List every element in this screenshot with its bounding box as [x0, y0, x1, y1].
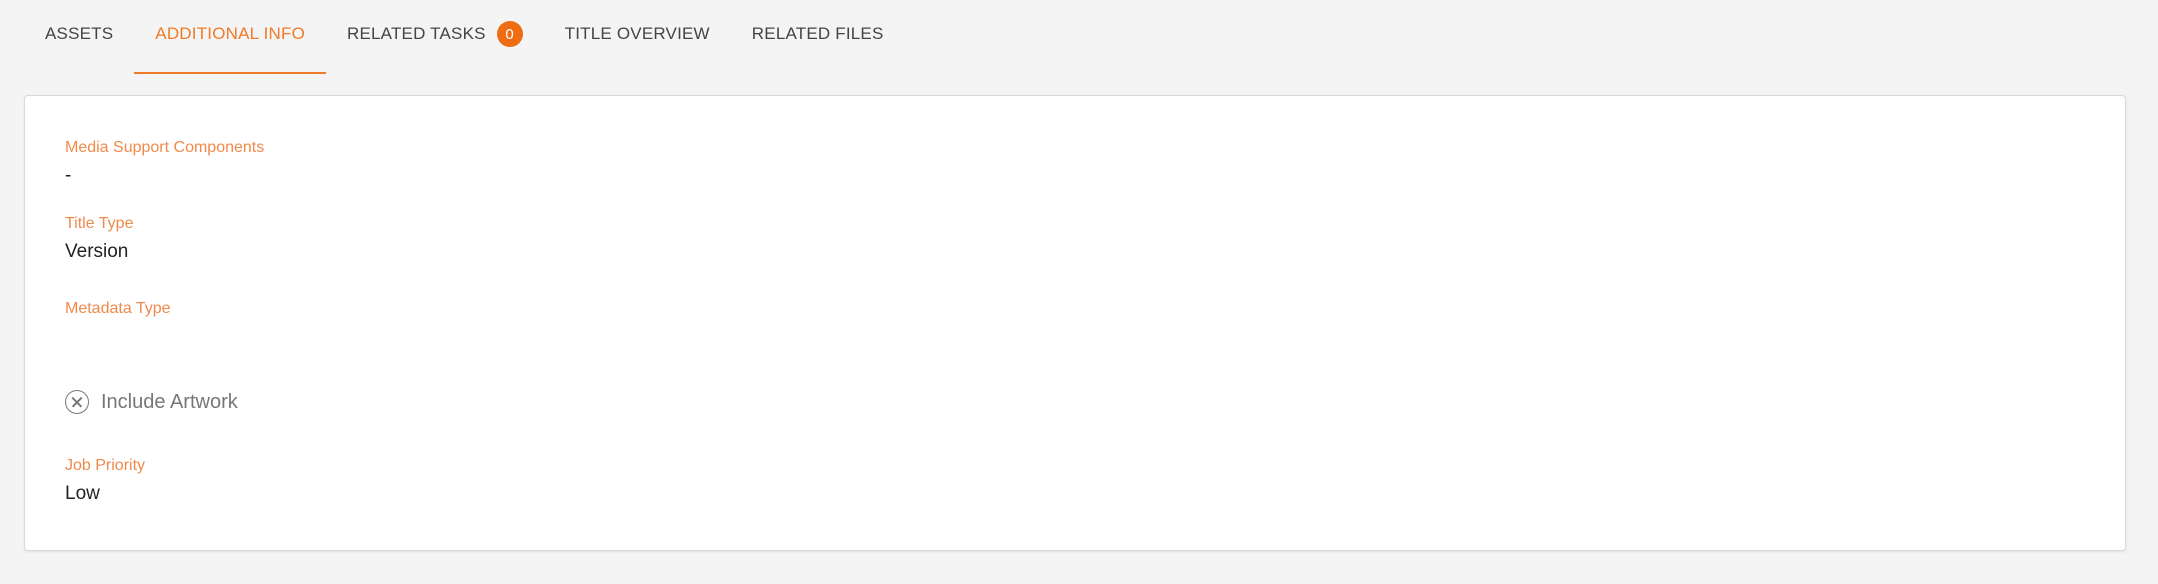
- tab-related-files[interactable]: RELATED FILES: [731, 0, 905, 74]
- tab-additional-info[interactable]: ADDITIONAL INFO: [134, 0, 326, 74]
- metadata-type-field: Metadata Type: [65, 299, 171, 325]
- tab-title-overview[interactable]: TITLE OVERVIEW: [544, 0, 731, 74]
- related-tasks-count-badge: 0: [496, 21, 523, 47]
- tab-label: ASSETS: [45, 24, 114, 43]
- field-value: Version: [65, 241, 129, 262]
- include-artwork-label: Include Artwork: [101, 390, 238, 413]
- tab-label: TITLE OVERVIEW: [564, 24, 710, 43]
- include-artwork-toggle[interactable]: Include Artwork: [65, 390, 238, 414]
- tab-related-tasks[interactable]: RELATED TASKS 0: [326, 0, 544, 74]
- tab-assets[interactable]: ASSETS: [24, 0, 134, 74]
- field-label: Media Support Components: [65, 139, 265, 156]
- tab-label: RELATED TASKS: [347, 24, 486, 43]
- field-value: -: [65, 165, 72, 186]
- field-label: Job Priority: [65, 457, 146, 474]
- tab-label: RELATED FILES: [751, 24, 884, 43]
- field-label: Title Type: [65, 215, 134, 232]
- x-circle-icon: [65, 390, 89, 414]
- tab-bar: ASSETS ADDITIONAL INFO RELATED TASKS 0 T…: [0, 0, 905, 74]
- media-support-components-field: Media Support Components -: [65, 138, 264, 188]
- field-value: Low: [65, 483, 100, 504]
- additional-info-card: Media Support Components - Title Type Ve…: [24, 95, 2126, 551]
- title-type-field: Title Type Version: [65, 214, 133, 264]
- tab-label: ADDITIONAL INFO: [155, 24, 305, 43]
- job-priority-field: Job Priority Low: [65, 456, 145, 506]
- field-label: Metadata Type: [65, 300, 171, 317]
